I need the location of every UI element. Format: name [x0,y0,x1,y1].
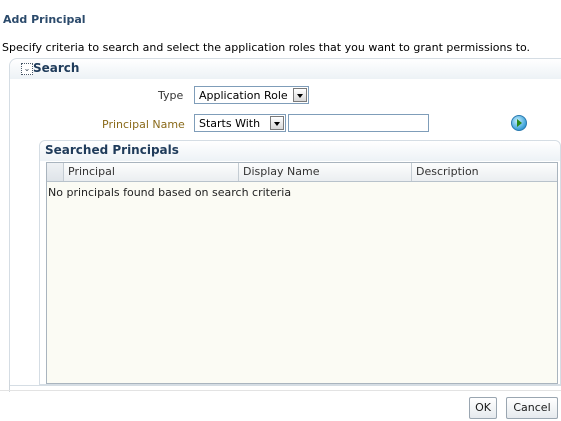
results-title: Searched Principals [45,143,179,157]
type-select-value: Application Role [199,89,288,102]
type-select[interactable]: Application Role [194,86,309,104]
operator-select-value: Starts With [199,117,261,130]
column-header-display-name[interactable]: Display Name [239,163,412,181]
cancel-button[interactable]: Cancel [506,397,558,419]
go-arrow-icon[interactable] [511,115,527,131]
instructions-text: Specify criteria to search and select th… [2,41,531,54]
empty-table-message: No principals found based on search crit… [48,186,292,199]
row-selector-header[interactable] [47,163,64,181]
principal-name-label: Principal Name [102,118,185,131]
column-header-principal[interactable]: Principal [64,163,239,181]
table-header: Principal Display Name Description [47,163,557,182]
collapse-icon[interactable]: ⌄ [21,63,33,75]
results-table: Principal Display Name Description No pr… [46,162,558,384]
column-header-description[interactable]: Description [412,163,557,181]
chevron-down-icon[interactable] [270,116,284,130]
type-label: Type [158,89,184,102]
operator-select[interactable]: Starts With [194,114,286,132]
search-panel-header [10,59,561,79]
dialog-title: Add Principal [3,13,86,26]
footer-divider [0,390,561,391]
chevron-down-icon[interactable] [293,88,307,102]
principal-name-input[interactable] [288,114,429,132]
ok-button[interactable]: OK [469,397,497,419]
search-section-label[interactable]: Search [33,61,79,75]
